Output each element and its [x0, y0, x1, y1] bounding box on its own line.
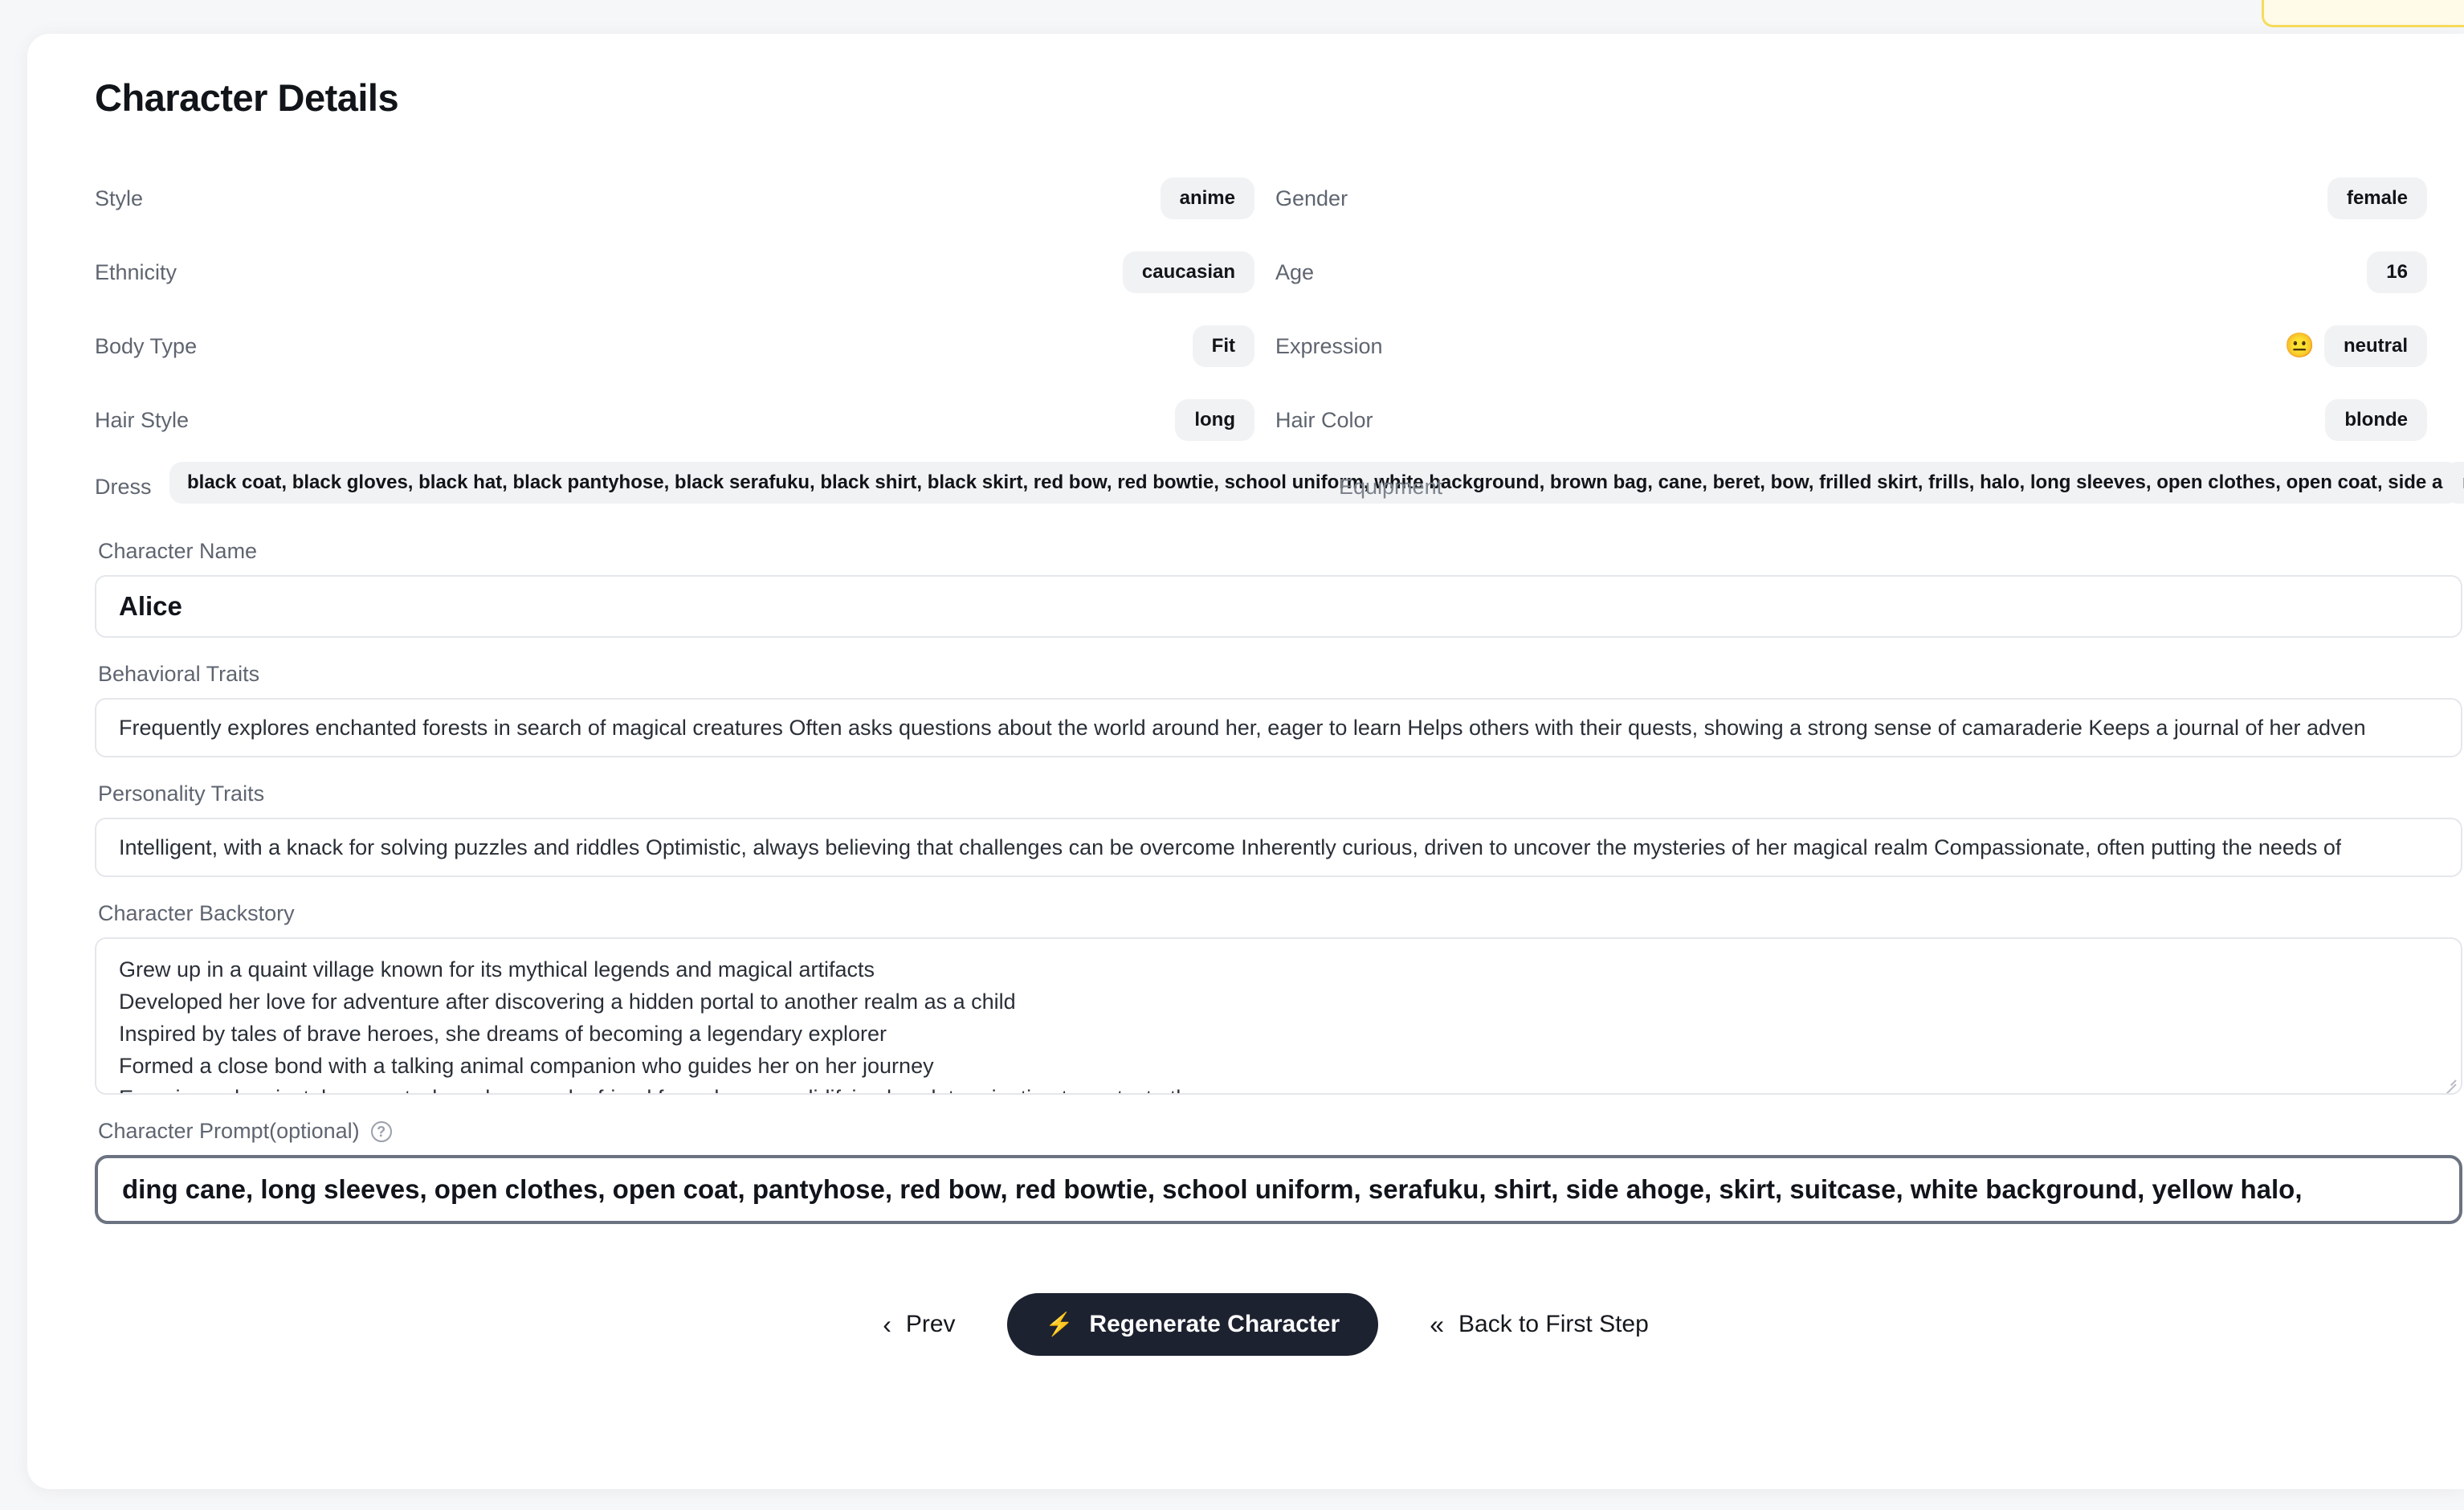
- backstory-line: Formed a close bond with a talking anima…: [119, 1054, 934, 1078]
- attribute-value-group-age: 16: [2367, 251, 2427, 293]
- attribute-cell-body-type: Body Type Fit: [95, 325, 1275, 367]
- label-character-prompt-text: Character Prompt(optional): [98, 1119, 360, 1143]
- lightning-bolt-icon: ⚡: [1045, 1312, 1074, 1337]
- backstory-line: Developed her love for adventure after d…: [119, 990, 1016, 1014]
- dress-equipment-row: Dress black coat, black gloves, black ha…: [95, 457, 2464, 515]
- label-personality-traits: Personality Traits: [98, 782, 265, 806]
- input-behavioral-traits-value: Frequently explores enchanted forests in…: [119, 715, 2366, 740]
- attribute-cell-expression: Expression 😐 neutral: [1275, 325, 2456, 367]
- top-right-accent-banner: [2262, 0, 2464, 27]
- attribute-row: Hair Style long Hair Color blonde: [95, 383, 2456, 457]
- textarea-character-backstory[interactable]: Grew up in a quaint village known for it…: [95, 937, 2462, 1095]
- attribute-value-group-gender: female: [2327, 178, 2427, 219]
- attribute-label-ethnicity: Ethnicity: [95, 259, 177, 284]
- field-behavioral-traits: Behavioral Traits Frequently explores en…: [95, 662, 2464, 757]
- attribute-label-dress: Dress: [95, 475, 152, 499]
- prev-button[interactable]: ‹ Prev: [868, 1300, 969, 1349]
- field-character-prompt: Character Prompt(optional) ? ding cane, …: [95, 1119, 2464, 1224]
- neutral-face-emoji-icon: 😐: [2284, 333, 2315, 359]
- attribute-row: Body Type Fit Expression 😐 neutral: [95, 309, 2456, 383]
- field-personality-traits: Personality Traits Intelligent, with a k…: [95, 782, 2464, 877]
- attribute-label-style: Style: [95, 186, 144, 210]
- attribute-badge-expression[interactable]: neutral: [2323, 325, 2427, 367]
- back-to-first-step-button[interactable]: « Back to First Step: [1415, 1300, 1663, 1349]
- back-to-first-step-button-label: Back to First Step: [1458, 1311, 1649, 1337]
- input-character-name[interactable]: Alice: [95, 575, 2462, 638]
- attribute-cell-ethnicity: Ethnicity caucasian: [95, 251, 1275, 293]
- field-character-backstory: Character Backstory Grew up in a quaint …: [95, 901, 2464, 1095]
- attribute-badge-equipment[interactable]: none: [2445, 462, 2464, 504]
- attribute-label-body-type: Body Type: [95, 333, 198, 358]
- field-character-name: Character Name Alice: [95, 539, 2464, 638]
- attribute-badge-body-type[interactable]: Fit: [1192, 325, 1254, 367]
- character-details-card: Character Details Style anime Gender fem…: [27, 34, 2464, 1489]
- backstory-line: Inspired by tales of brave heroes, she d…: [119, 1022, 887, 1046]
- attribute-value-group-hair-color: blonde: [2325, 399, 2427, 441]
- label-behavioral-traits: Behavioral Traits: [98, 662, 260, 686]
- attribute-badge-style[interactable]: anime: [1160, 178, 1254, 219]
- chevron-double-left-icon: «: [1430, 1310, 1445, 1339]
- attribute-label-equipment: Equipment: [1339, 475, 1443, 499]
- backstory-line: Grew up in a quaint village known for it…: [119, 957, 875, 982]
- input-personality-traits[interactable]: Intelligent, with a knack for solving pu…: [95, 818, 2462, 877]
- input-personality-traits-value: Intelligent, with a knack for solving pu…: [119, 835, 2342, 859]
- attribute-label-expression: Expression: [1275, 333, 1383, 358]
- attribute-label-gender: Gender: [1275, 186, 1348, 210]
- attribute-row: Ethnicity caucasian Age 16: [95, 235, 2456, 309]
- regenerate-character-button[interactable]: ⚡ Regenerate Character: [1006, 1293, 1379, 1356]
- attribute-grid: Style anime Gender female Ethnicity cauc…: [95, 161, 2456, 457]
- attribute-badge-age[interactable]: 16: [2367, 251, 2427, 293]
- backstory-line: Experienced a pivotal moment when she sa…: [119, 1082, 2438, 1093]
- page-title: Character Details: [95, 76, 399, 119]
- attribute-label-hair-style: Hair Style: [95, 407, 190, 432]
- chevron-left-icon: ‹: [883, 1310, 891, 1339]
- input-character-prompt[interactable]: ding cane, long sleeves, open clothes, o…: [95, 1155, 2462, 1224]
- app-root: Character Details Style anime Gender fem…: [0, 0, 2464, 1510]
- attribute-cell-hair-style: Hair Style long: [95, 399, 1275, 441]
- attribute-badge-hair-style[interactable]: long: [1175, 399, 1254, 441]
- attribute-label-hair-color: Hair Color: [1275, 407, 1373, 432]
- attribute-badge-ethnicity[interactable]: caucasian: [1122, 251, 1254, 293]
- regenerate-character-button-label: Regenerate Character: [1089, 1311, 1340, 1337]
- help-circle-icon[interactable]: ?: [370, 1120, 392, 1142]
- label-character-name: Character Name: [98, 539, 258, 563]
- attribute-badge-gender[interactable]: female: [2327, 178, 2427, 219]
- wizard-footer: ‹ Prev ⚡ Regenerate Character « Back to …: [67, 1293, 2464, 1356]
- attribute-row: Style anime Gender female: [95, 161, 2456, 235]
- attribute-label-age: Age: [1275, 259, 1315, 284]
- prev-button-label: Prev: [905, 1311, 956, 1337]
- attribute-cell-gender: Gender female: [1275, 178, 2456, 219]
- label-character-backstory: Character Backstory: [98, 901, 295, 925]
- input-behavioral-traits[interactable]: Frequently explores enchanted forests in…: [95, 698, 2462, 757]
- attribute-cell-hair-color: Hair Color blonde: [1275, 399, 2456, 441]
- attribute-cell-age: Age 16: [1275, 251, 2456, 293]
- textarea-resize-handle-icon[interactable]: [2443, 1075, 2457, 1093]
- input-character-prompt-value: ding cane, long sleeves, open clothes, o…: [122, 1174, 2303, 1204]
- label-character-prompt: Character Prompt(optional) ?: [98, 1119, 2464, 1144]
- attribute-badge-dress[interactable]: black coat, black gloves, black hat, bla…: [169, 462, 2461, 504]
- attribute-cell-style: Style anime: [95, 178, 1275, 219]
- input-character-name-value: Alice: [119, 591, 182, 621]
- attribute-value-group-expression: 😐 neutral: [2285, 325, 2427, 367]
- attribute-badge-hair-color[interactable]: blonde: [2325, 399, 2427, 441]
